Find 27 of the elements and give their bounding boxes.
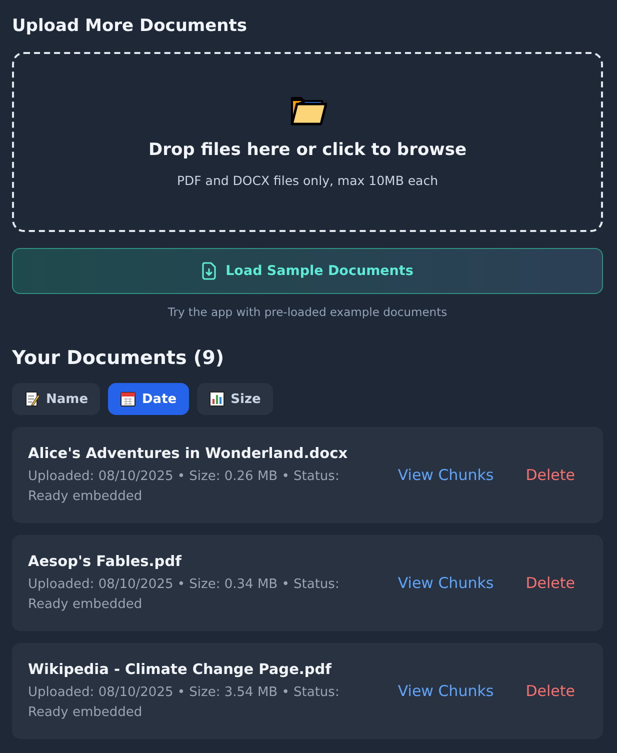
folder-icon bbox=[288, 94, 326, 126]
document-name: Aesop's Fables.pdf bbox=[28, 552, 182, 572]
dropzone-title: Drop files here or click to browse bbox=[148, 139, 467, 162]
sort-button[interactable]: Size bbox=[196, 383, 273, 416]
document-details: Uploaded: 08/10/2025 • Size: 0.34 MB • Status: Ready embedded bbox=[28, 576, 340, 614]
document-name: Alice's Adventures in Wonderland.docx bbox=[28, 444, 349, 464]
dropzone-hint: PDF and DOCX files only, max 10MB each bbox=[176, 172, 438, 190]
view-chunks-link[interactable]: View Chunks bbox=[398, 572, 494, 595]
document-details: Uploaded: 08/10/2025 • Size: 0.26 MB • Status: Ready embedded bbox=[28, 468, 340, 506]
file-download-icon bbox=[202, 262, 216, 280]
sort-button[interactable]: Date bbox=[108, 383, 189, 416]
view-chunks-link[interactable]: View Chunks bbox=[398, 464, 494, 487]
bar-chart-icon bbox=[208, 391, 225, 408]
sample-caption: Try the app with pre-loaded example documents bbox=[166, 304, 448, 322]
delete-link[interactable]: Delete bbox=[526, 464, 575, 487]
section-title: Your Documents (9) bbox=[12, 346, 225, 370]
document-details: Uploaded: 08/10/2025 • Size: 3.54 MB • Status: Ready embedded bbox=[28, 684, 340, 722]
delete-link[interactable]: Delete bbox=[526, 572, 575, 595]
sort-button[interactable]: Name bbox=[12, 383, 100, 416]
calendar-icon bbox=[120, 391, 136, 408]
dropzone[interactable]: Drop files here or click to browse PDF and DOCX files only, max 10MB each bbox=[12, 52, 603, 232]
load-sample-button[interactable]: Load Sample Documents bbox=[12, 248, 603, 294]
view-chunks-link[interactable]: View Chunks bbox=[398, 680, 494, 703]
section-title: Upload More Documents bbox=[12, 16, 248, 36]
document-name: Wikipedia - Climate Change Page.pdf bbox=[28, 660, 332, 680]
delete-link[interactable]: Delete bbox=[526, 680, 575, 703]
memo-icon bbox=[24, 391, 40, 408]
